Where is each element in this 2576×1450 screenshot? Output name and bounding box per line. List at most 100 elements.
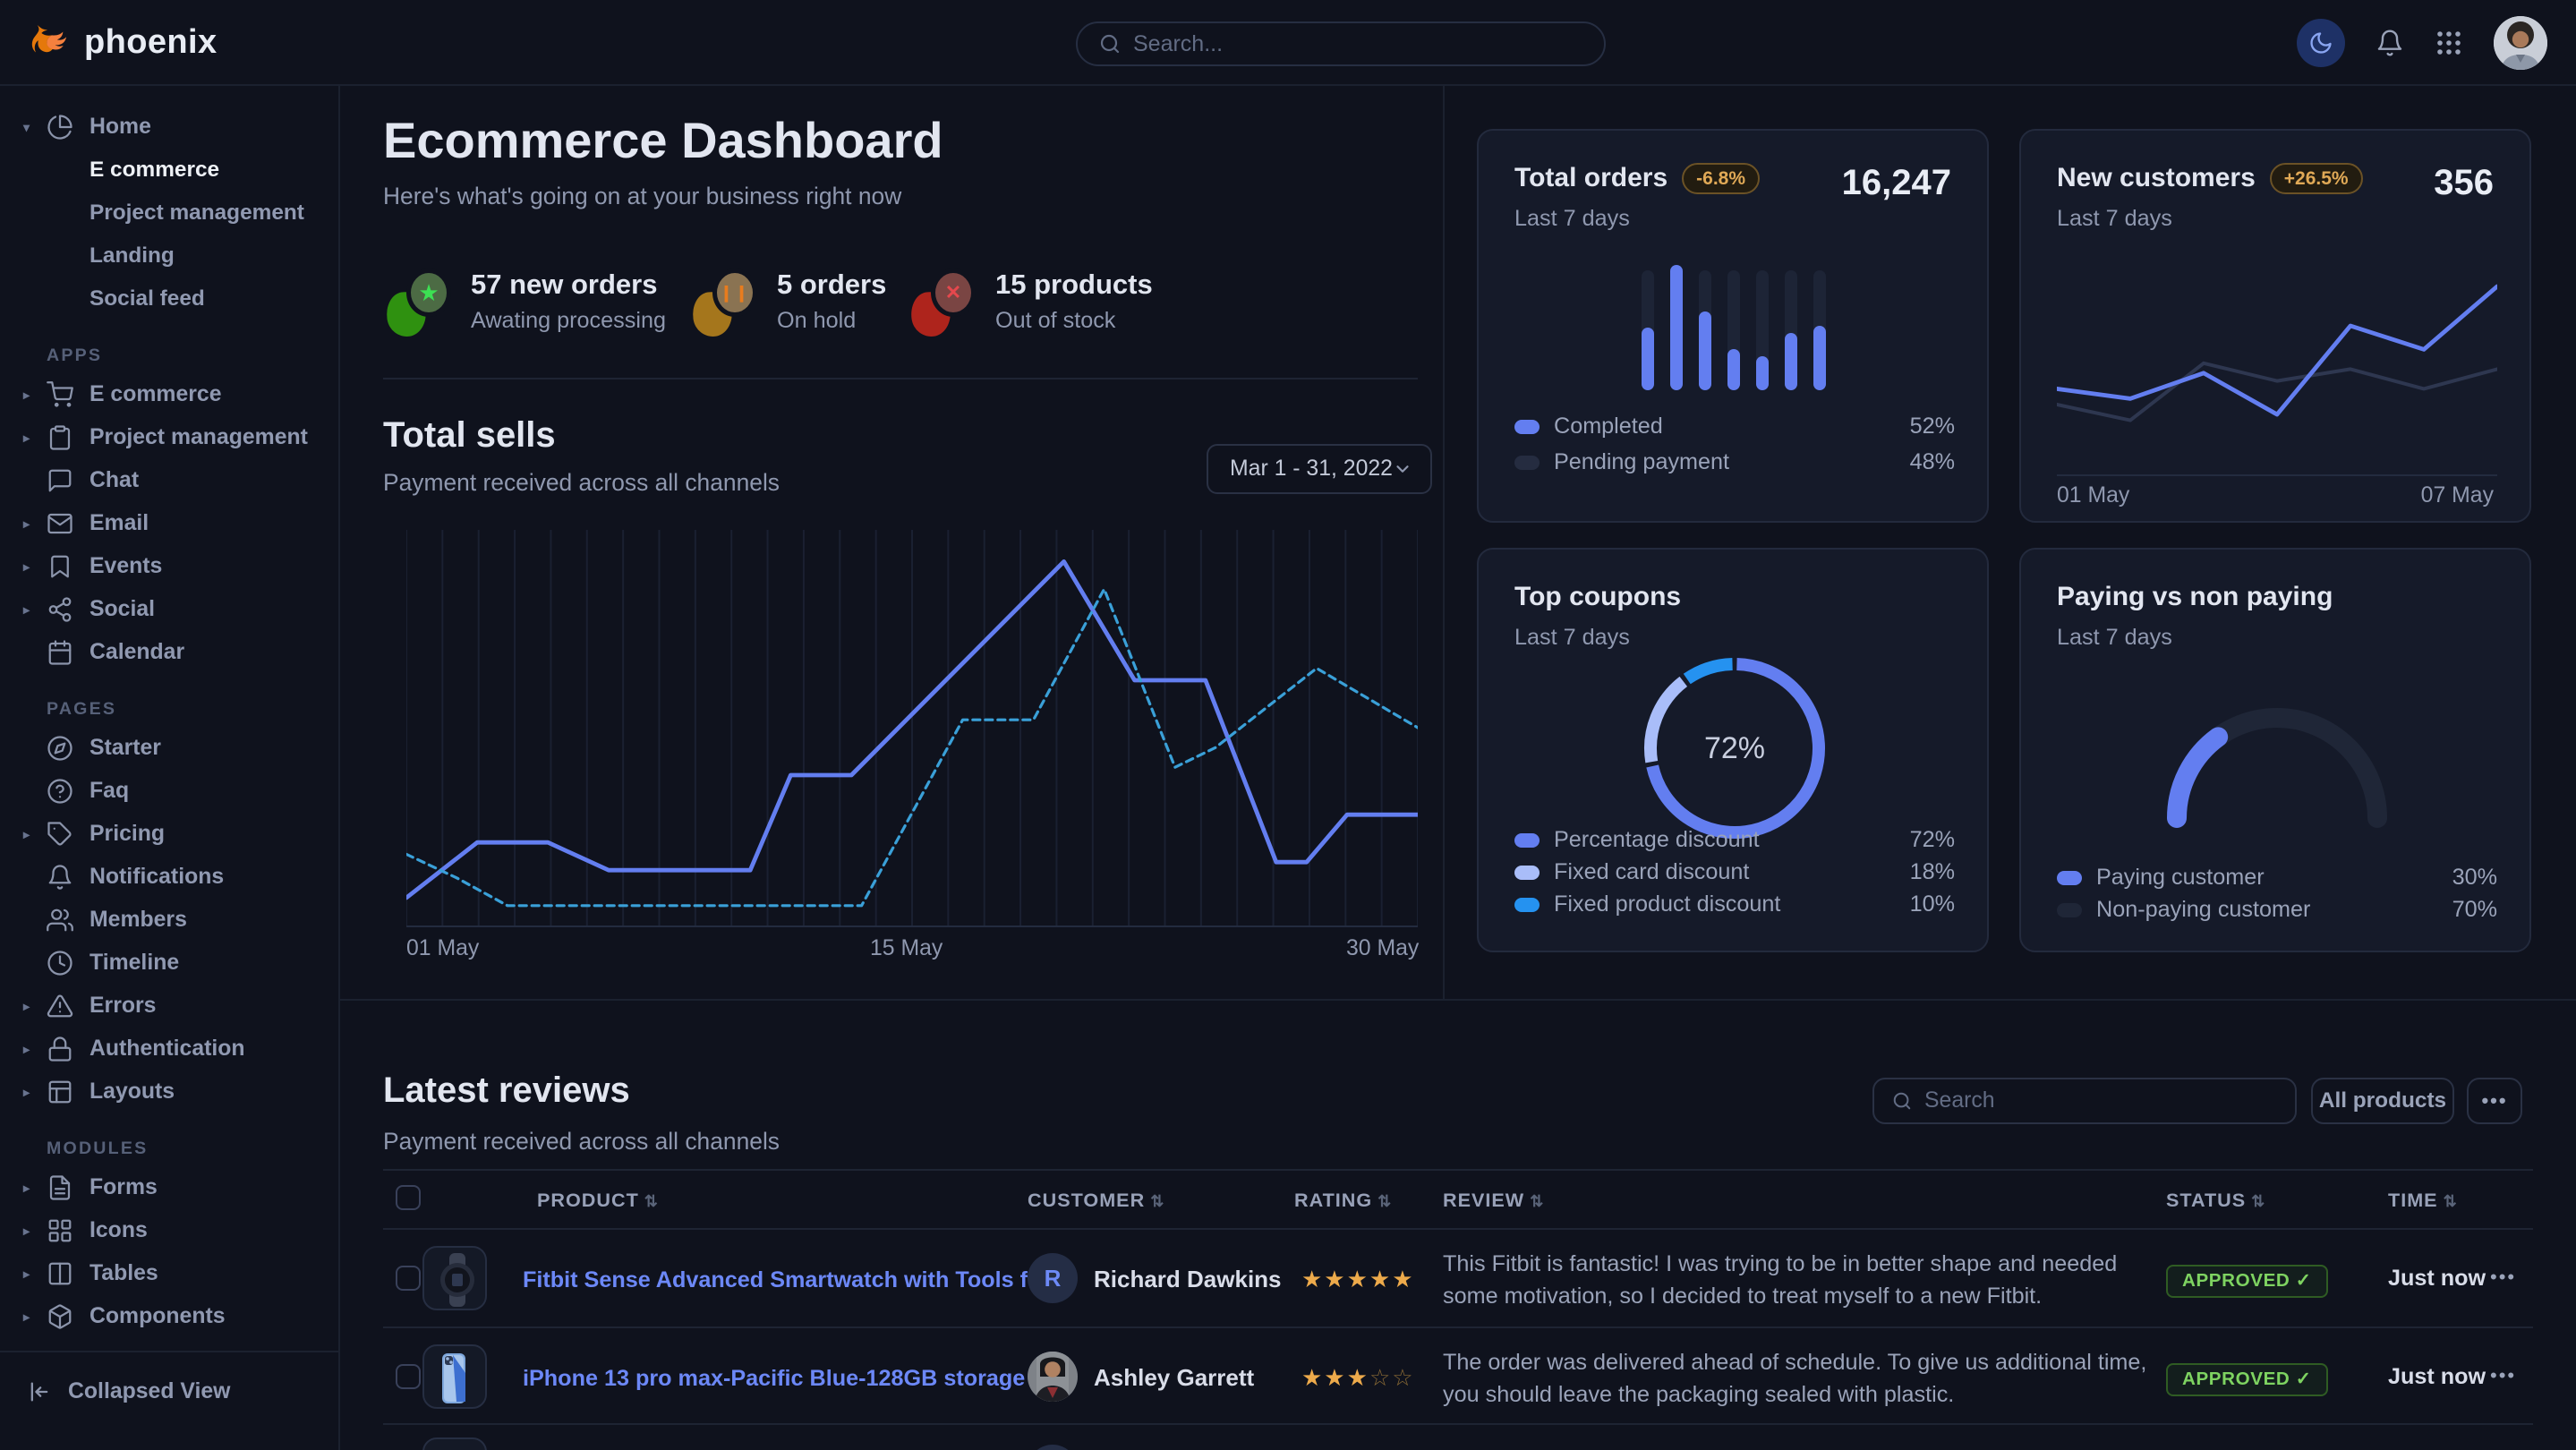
stat-out-of-stock: ✕ 15 products Out of stock xyxy=(911,269,1153,337)
col-time[interactable]: TIME⇅ xyxy=(2388,1189,2458,1212)
row-menu-button[interactable]: ••• xyxy=(2490,1364,2516,1387)
help-circle-icon xyxy=(47,778,73,805)
sidebar-item-email[interactable]: ▸Email xyxy=(0,502,338,545)
legend-completed: Completed 52% xyxy=(1514,414,1955,439)
new-customers-value: 356 xyxy=(2434,163,2494,203)
customer-avatar-photo[interactable] xyxy=(1028,1352,1078,1402)
brand-name: phoenix xyxy=(84,23,217,62)
sidebar-section-apps: APPS xyxy=(47,345,338,366)
donut-center-label: 72% xyxy=(1636,650,1833,847)
app: phoenix Search... xyxy=(0,0,2576,1450)
sidebar-item-events[interactable]: ▸Events xyxy=(0,545,338,588)
col-rating[interactable]: RATING⇅ xyxy=(1294,1189,1392,1212)
select-all-checkbox[interactable] xyxy=(396,1185,421,1210)
col-customer[interactable]: CUSTOMER⇅ xyxy=(1028,1189,1164,1212)
row-checkbox[interactable] xyxy=(396,1364,421,1389)
sidebar-item-forms[interactable]: ▸Forms xyxy=(0,1166,338,1209)
sidebar-item-project-management[interactable]: ▸Project management xyxy=(0,416,338,459)
product-link[interactable]: iPhone 13 pro max-Pacific Blue-128GB sto… xyxy=(523,1366,1025,1392)
customer-avatar[interactable] xyxy=(1028,1445,1078,1450)
sidebar-item-chat[interactable]: ▸Chat xyxy=(0,459,338,502)
new-customers-card: New customers +26.5% 356 Last 7 days 01 … xyxy=(2019,129,2531,523)
sidebar-item-authentication[interactable]: ▸Authentication xyxy=(0,1028,338,1070)
total-orders-card: Total orders -6.8% 16,247 Last 7 days Co… xyxy=(1477,129,1989,523)
product-thumbnail-iphone[interactable] xyxy=(422,1344,487,1409)
clipboard-icon xyxy=(47,424,73,451)
shopping-cart-icon xyxy=(47,381,73,408)
total-sells-title: Total sells xyxy=(383,415,556,456)
iphone-image xyxy=(424,1346,487,1409)
reviews-search-input[interactable]: Search xyxy=(1872,1078,2297,1124)
sidebar-item-starter[interactable]: ▸Starter xyxy=(0,727,338,770)
pie-chart-icon xyxy=(47,114,73,141)
sidebar-item-faq[interactable]: ▸Faq xyxy=(0,770,338,813)
share-icon xyxy=(47,596,73,623)
grid-dots-icon xyxy=(2435,29,2463,57)
notifications-button[interactable] xyxy=(2376,29,2404,57)
theme-toggle-button[interactable] xyxy=(2297,19,2345,67)
sidebar-item-home[interactable]: ▾ Home xyxy=(0,106,338,149)
col-status[interactable]: STATUS⇅ xyxy=(2166,1189,2265,1212)
date-range-select[interactable]: Mar 1 - 31, 2022 xyxy=(1207,444,1432,494)
sidebar-item-calendar[interactable]: ▸Calendar xyxy=(0,631,338,674)
paying-gauge-chart xyxy=(2152,693,2402,829)
sidebar-subitem-project-management[interactable]: Project management xyxy=(0,192,338,235)
sidebar-subitem-social-feed[interactable]: Social feed xyxy=(0,277,338,320)
collapsed-view-button[interactable]: Collapsed View xyxy=(0,1352,338,1431)
package-icon xyxy=(47,1303,73,1330)
sidebar-subitem-landing[interactable]: Landing xyxy=(0,235,338,277)
sidebar-item-timeline[interactable]: ▸Timeline xyxy=(0,942,338,985)
sidebar-item-members[interactable]: ▸Members xyxy=(0,899,338,942)
product-thumbnail[interactable] xyxy=(422,1437,487,1450)
top-coupons-card: Top coupons Last 7 days 72% Percentage d… xyxy=(1477,548,1989,952)
review-text: This Fitbit is fantastic! I was trying t… xyxy=(1443,1248,2155,1312)
new-customers-badge: +26.5% xyxy=(2270,163,2363,194)
page-subtitle: Here's what's going on at your business … xyxy=(383,183,901,210)
customer-name: Ashley Garrett xyxy=(1094,1364,1254,1392)
sidebar-item-icons[interactable]: ▸Icons xyxy=(0,1209,338,1252)
bookmark-icon xyxy=(47,553,73,580)
legend-percentage-discount: Percentage discount 72% xyxy=(1514,827,1955,853)
sidebar: ▾ Home E commerce Project management Lan… xyxy=(0,86,340,1450)
avatar-photo xyxy=(2494,16,2547,70)
sidebar-subitem-ecommerce[interactable]: E commerce xyxy=(0,149,338,192)
more-options-button[interactable]: ••• xyxy=(2467,1078,2522,1124)
bell-icon xyxy=(2376,29,2404,57)
customer-avatar-letter[interactable]: R xyxy=(1028,1253,1078,1303)
column-divider xyxy=(1443,86,1445,999)
apps-menu-button[interactable] xyxy=(2435,29,2463,57)
sidebar-item-components[interactable]: ▸Components xyxy=(0,1295,338,1338)
sidebar-item-social[interactable]: ▸Social xyxy=(0,588,338,631)
calendar-icon xyxy=(47,639,73,666)
sidebar-item-notifications[interactable]: ▸Notifications xyxy=(0,856,338,899)
phoenix-logo-icon xyxy=(29,21,70,63)
lock-icon xyxy=(47,1036,73,1062)
file-text-icon xyxy=(47,1174,73,1201)
alert-triangle-icon xyxy=(47,993,73,1019)
sidebar-item-errors[interactable]: ▸Errors xyxy=(0,985,338,1028)
brand[interactable]: phoenix xyxy=(0,21,217,63)
sidebar-item-pricing[interactable]: ▸Pricing xyxy=(0,813,338,856)
collapse-left-icon xyxy=(27,1379,52,1404)
all-products-button[interactable]: All products xyxy=(2311,1078,2454,1124)
axis-label: 15 May xyxy=(870,936,943,961)
product-link[interactable]: Fitbit Sense Advanced Smartwatch with To… xyxy=(523,1267,1060,1293)
col-review[interactable]: REVIEW⇅ xyxy=(1443,1189,1544,1212)
stat-new-orders: ★ 57 new orders Awating processing xyxy=(387,269,666,337)
user-avatar[interactable] xyxy=(2494,16,2547,70)
sidebar-item-layouts[interactable]: ▸Layouts xyxy=(0,1070,338,1113)
row-checkbox[interactable] xyxy=(396,1266,421,1291)
total-sells-chart xyxy=(406,530,1418,925)
row-menu-button[interactable]: ••• xyxy=(2490,1266,2516,1289)
card-title: Total orders xyxy=(1514,163,1668,193)
search-input[interactable]: Search... xyxy=(1076,21,1606,66)
review-time: Just now xyxy=(2388,1364,2486,1390)
compass-icon xyxy=(47,735,73,762)
sidebar-item-ecommerce[interactable]: ▸E commerce xyxy=(0,373,338,416)
col-product[interactable]: PRODUCT⇅ xyxy=(537,1189,659,1212)
sidebar-item-tables[interactable]: ▸Tables xyxy=(0,1252,338,1295)
customer-name: Richard Dawkins xyxy=(1094,1266,1282,1293)
stat-orders-on-hold: ❙❙ 5 orders On hold xyxy=(693,269,886,337)
product-thumbnail-smartwatch[interactable] xyxy=(422,1246,487,1310)
sells-axis xyxy=(406,925,1418,927)
